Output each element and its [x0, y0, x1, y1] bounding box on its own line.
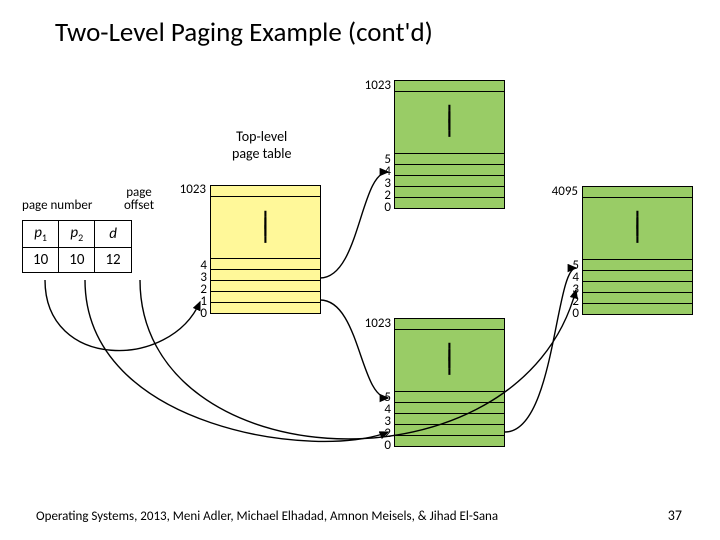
- n0: 0: [376, 200, 391, 215]
- vdots-icon: ┆┆┆: [444, 112, 455, 130]
- cell-p1-bits: 10: [23, 248, 59, 273]
- vdots-icon: ┆┆┆: [260, 218, 271, 236]
- page-number-label: page number: [22, 198, 92, 213]
- inner-page-table-bottom: [394, 318, 505, 447]
- inner-page-table-top: [394, 80, 505, 209]
- page-4095: 4095: [544, 184, 578, 199]
- vdots-icon: ┆┆┆: [632, 218, 643, 236]
- slide-title: Two-Level Paging Example (cont'd): [55, 16, 433, 49]
- page-offset-label: page offset: [116, 186, 162, 212]
- n0: 0: [564, 306, 579, 321]
- cell-p2: p2: [59, 221, 95, 248]
- inner-top-1023: 1023: [361, 78, 391, 93]
- n0: 0: [376, 438, 391, 453]
- cell-d-bits: 12: [95, 248, 131, 273]
- n0: 0: [192, 306, 207, 321]
- physical-page: [582, 186, 693, 315]
- top-level-pt-label: Top-level page table: [232, 128, 291, 162]
- inner-bot-1023: 1023: [361, 316, 391, 331]
- footer-text: Operating Systems, 2013, Meni Adler, Mic…: [36, 509, 498, 524]
- address-breakdown-table: p1 p2 d 10 10 12: [22, 220, 132, 273]
- cell-p2-bits: 10: [59, 248, 95, 273]
- cell-p1: p1: [23, 221, 59, 248]
- slide-number: 37: [668, 507, 682, 524]
- cell-d: d: [95, 221, 131, 248]
- vdots-icon: ┆┆┆: [444, 350, 455, 368]
- toplevel-1023: 1023: [176, 182, 206, 197]
- top-level-page-table: [210, 185, 321, 314]
